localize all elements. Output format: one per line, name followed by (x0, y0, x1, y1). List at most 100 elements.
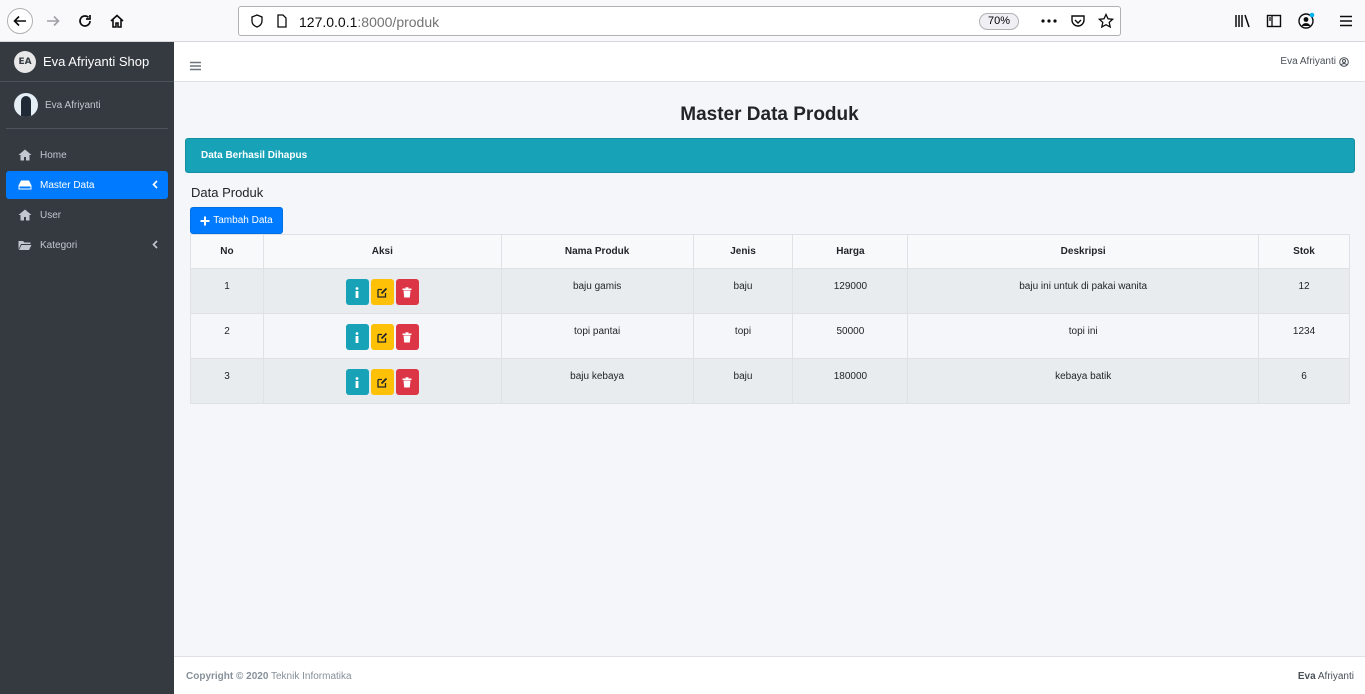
column-header: Deskripsi (907, 234, 1260, 269)
user-circle-icon (1339, 56, 1349, 67)
sidebar-item-kategori[interactable]: Kategori (6, 231, 168, 259)
url-bar[interactable]: 127.0.0.1:8000/produk 70% (238, 6, 1121, 36)
cell-no: 1 (190, 268, 264, 314)
cell-jenis: topi (692, 313, 794, 359)
navbar-user-name: Eva Afriyanti (1280, 56, 1336, 67)
sidebar-icon (1266, 14, 1282, 28)
cell-jenis: baju (692, 268, 794, 314)
reload-icon (79, 15, 91, 27)
sidebar-item-home[interactable]: Home (6, 141, 168, 169)
home-button[interactable] (104, 8, 130, 34)
user-panel[interactable]: Eva Afriyanti (6, 82, 168, 129)
sidebar-item-label: Master Data (40, 179, 95, 191)
cell-actions (262, 358, 502, 404)
bars-icon (190, 61, 201, 71)
cell-actions (262, 268, 502, 314)
home-icon (18, 209, 34, 221)
edit-icon (377, 287, 387, 298)
shield-icon[interactable] (247, 11, 267, 31)
detail-button[interactable] (345, 324, 369, 350)
url-path: :8000/produk (357, 14, 440, 30)
folder-icon (18, 239, 34, 251)
page-title: Master Data Produk (680, 104, 859, 125)
add-data-button[interactable]: Tambah Data (190, 207, 283, 234)
copyright-text: Copyright © 2020 (186, 671, 269, 682)
edit-button[interactable] (370, 324, 394, 350)
page-icon[interactable] (272, 11, 292, 31)
sidebar-item-label: Home (40, 149, 67, 161)
sidebar-toggle-button[interactable] (1261, 8, 1287, 34)
account-button[interactable] (1293, 8, 1319, 34)
cell-nama: baju gamis (500, 268, 694, 314)
home-icon (18, 149, 34, 161)
sidebar-item-master-data[interactable]: Master Data (6, 171, 168, 199)
plus-icon (200, 216, 210, 225)
forward-button[interactable] (40, 8, 66, 34)
brand-link[interactable]: EA Eva Afriyanti Shop (0, 42, 174, 82)
cell-nama: topi pantai (500, 313, 694, 359)
more-actions-icon[interactable] (1039, 11, 1059, 31)
account-icon (1298, 12, 1315, 29)
arrow-left-icon (13, 15, 26, 27)
trash-icon (402, 376, 412, 387)
footer-org-link[interactable]: Teknik Informatika (271, 671, 352, 682)
trash-icon (402, 286, 412, 297)
url-host: 127.0.0.1 (299, 14, 358, 30)
edit-button[interactable] (370, 279, 394, 305)
reload-button[interactable] (72, 8, 98, 34)
navbar-user-menu[interactable]: Eva Afriyanti (1280, 56, 1349, 67)
hamburger-icon (1340, 15, 1352, 27)
library-button[interactable] (1230, 8, 1256, 34)
column-header: Harga (792, 234, 909, 269)
cell-nama: baju kebaya (500, 358, 694, 404)
cell-stok: 1234 (1258, 313, 1350, 359)
drive-icon (18, 179, 34, 191)
bookmark-star-icon[interactable] (1096, 11, 1116, 31)
column-header: No (190, 234, 264, 269)
top-navbar: Eva Afriyanti (174, 42, 1365, 82)
sidebar-item-label: User (40, 209, 62, 221)
pushmenu-button[interactable] (190, 56, 201, 75)
info-icon (355, 331, 359, 343)
product-table: No Aksi Nama Produk Jenis Harga Deskrips… (190, 234, 1350, 404)
footer-author: Eva Afriyanti (1298, 671, 1354, 682)
sidebar-item-label: Kategori (40, 239, 78, 251)
cell-deskripsi: topi ini (907, 313, 1260, 359)
cell-deskripsi: kebaya batik (907, 358, 1260, 404)
brand-logo: EA (14, 50, 36, 73)
table-row: 2 topi pantai topi 50000 topi ini 1234 (190, 313, 1350, 359)
trash-icon (402, 331, 412, 342)
cell-deskripsi: baju ini untuk di pakai wanita (907, 268, 1260, 314)
sidebar: EA Eva Afriyanti Shop Eva Afriyanti Home… (0, 42, 174, 694)
sidebar-item-user[interactable]: User (6, 201, 168, 229)
success-alert: Data Berhasil Dihapus (185, 138, 1355, 173)
delete-button[interactable] (395, 279, 419, 305)
pocket-icon[interactable] (1068, 11, 1088, 31)
cell-no: 3 (190, 358, 264, 404)
sidebar-user-name: Eva Afriyanti (45, 99, 101, 111)
column-header: Jenis (692, 234, 794, 269)
detail-button[interactable] (345, 369, 369, 395)
table-header-row: No Aksi Nama Produk Jenis Harga Deskrips… (190, 234, 1350, 269)
cell-actions (262, 313, 502, 359)
edit-button[interactable] (370, 369, 394, 395)
cell-jenis: baju (692, 358, 794, 404)
zoom-level[interactable]: 70% (979, 13, 1019, 30)
info-icon (355, 286, 359, 298)
delete-button[interactable] (395, 324, 419, 350)
cell-harga: 50000 (792, 313, 909, 359)
column-header: Aksi (262, 234, 502, 269)
url-text[interactable]: 127.0.0.1:8000/produk (299, 14, 439, 30)
brand-text: Eva Afriyanti Shop (43, 54, 150, 69)
chevron-left-icon (152, 180, 158, 192)
column-header: Stok (1258, 234, 1350, 269)
footer: Copyright © 2020 Teknik Informatika Eva … (174, 656, 1365, 694)
home-icon (110, 14, 124, 28)
back-button[interactable] (7, 8, 33, 34)
chevron-left-icon (152, 240, 158, 252)
cell-harga: 129000 (792, 268, 909, 314)
detail-button[interactable] (345, 279, 369, 305)
app-menu-button[interactable] (1333, 8, 1359, 34)
delete-button[interactable] (395, 369, 419, 395)
sidebar-menu: Home Master Data User Kategori (0, 129, 174, 259)
